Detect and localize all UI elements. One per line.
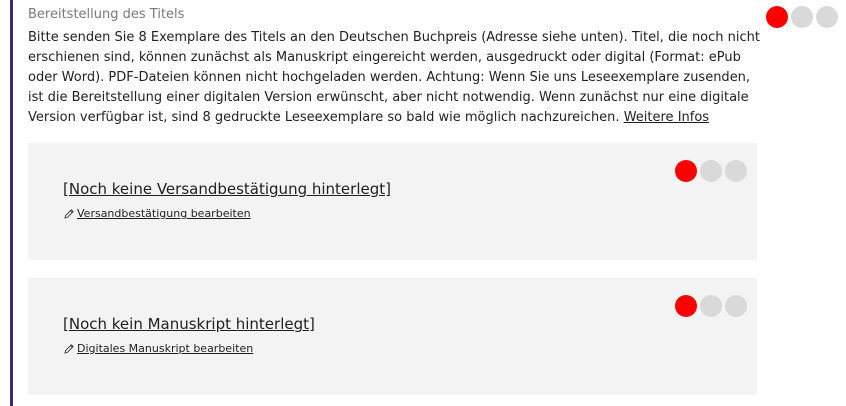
manuscript-card: [Noch kein Manuskript hinterlegt] Digita… — [28, 278, 757, 395]
section-description: Bitte senden Sie 8 Exemplare des Titels … — [28, 28, 763, 128]
left-border-rule — [10, 0, 13, 406]
edit-shipping-confirmation-link[interactable]: Versandbestätigung bearbeiten — [63, 207, 251, 220]
manuscript-title-link[interactable]: [Noch kein Manuskript hinterlegt] — [63, 315, 315, 333]
status-step-1 — [675, 295, 697, 317]
status-step-3 — [725, 160, 747, 182]
section-status-indicator — [766, 6, 838, 28]
edit-manuscript-link[interactable]: Digitales Manuskript bearbeiten — [63, 342, 253, 355]
status-step-2 — [791, 6, 813, 28]
status-step-2 — [700, 295, 722, 317]
edit-manuscript-label: Digitales Manuskript bearbeiten — [77, 342, 254, 355]
section-provision-title: Bereitstellung des Titels Bitte senden S… — [28, 6, 768, 128]
pencil-icon — [64, 343, 74, 354]
pencil-icon — [64, 208, 74, 219]
card-status-indicator — [675, 295, 747, 317]
shipping-confirmation-card: [Noch keine Versandbestätigung hinterleg… — [28, 143, 757, 260]
edit-shipping-confirmation-label: Versandbestätigung bearbeiten — [77, 207, 251, 220]
card-status-indicator — [675, 160, 747, 182]
section-title: Bereitstellung des Titels — [28, 7, 185, 22]
status-step-1 — [766, 6, 788, 28]
status-step-3 — [816, 6, 838, 28]
status-step-2 — [700, 160, 722, 182]
status-step-1 — [675, 160, 697, 182]
status-step-3 — [725, 295, 747, 317]
shipping-confirmation-title-link[interactable]: [Noch keine Versandbestätigung hinterleg… — [63, 180, 391, 198]
more-info-link[interactable]: Weitere Infos — [624, 110, 709, 125]
